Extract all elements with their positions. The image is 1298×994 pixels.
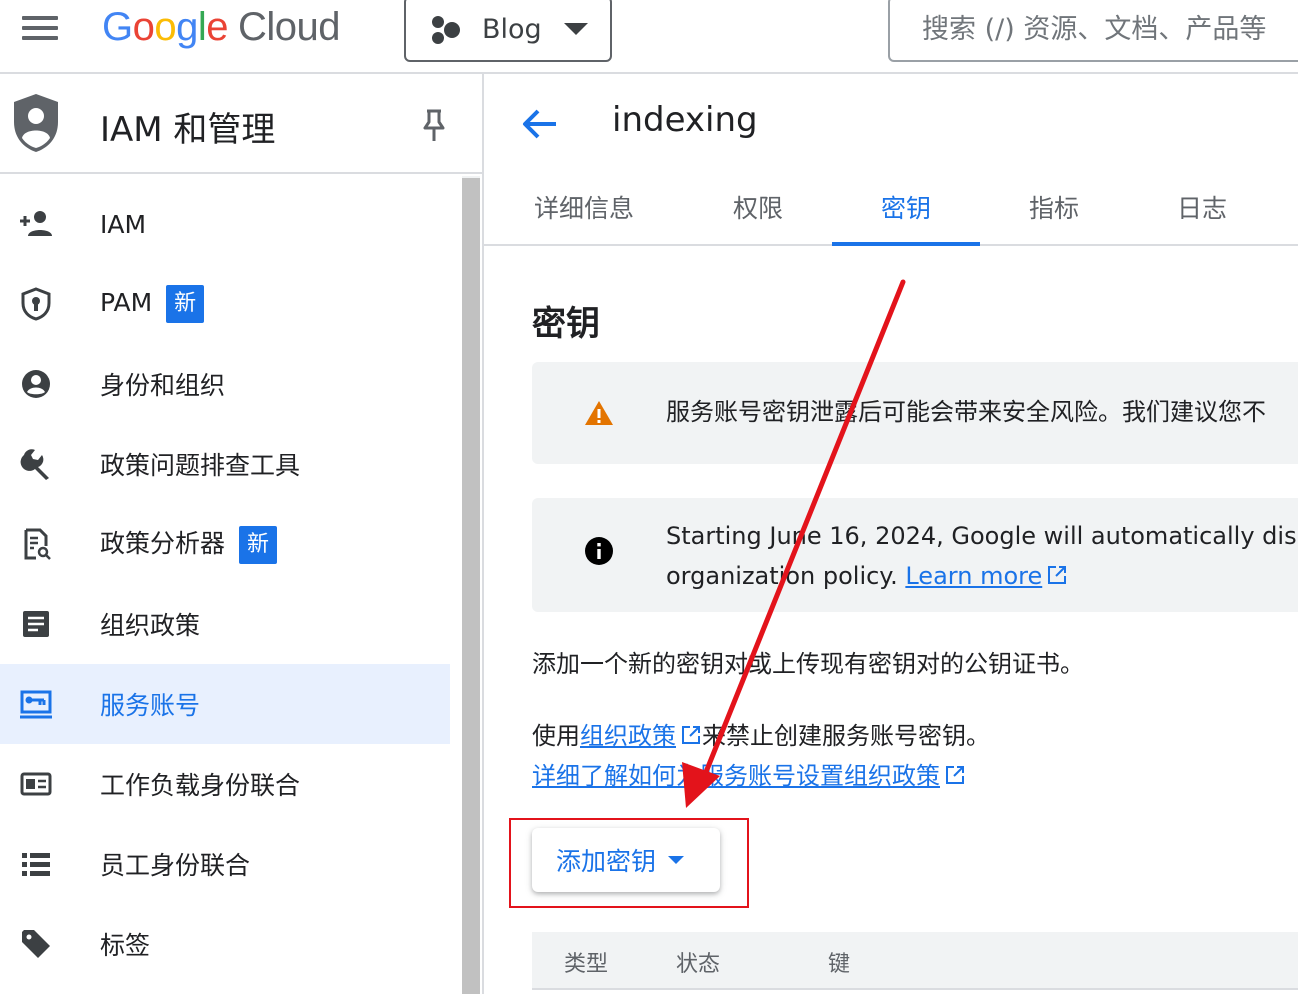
person-add-icon [18,206,54,242]
service-account-icon [18,686,54,722]
external-link-icon [1048,566,1067,584]
main-menu-icon[interactable] [18,10,62,46]
sidebar-item-pam[interactable]: PAM 新 [0,264,450,344]
tab-details[interactable]: 详细信息 [510,174,658,246]
learn-policy-line: 详细了解如何为服务账号设置组织政策 [532,756,966,796]
sidebar-item-policy-analyzer[interactable]: 政策分析器新 [0,504,450,584]
warning-alert: 服务账号密钥泄露后可能会带来安全风险。我们建议您不 [532,362,1298,464]
sidebar-item-policy-troubleshooter[interactable]: 政策问题排查工具 [0,424,450,504]
add-key-label: 添加密钥 [556,847,657,876]
sidebar-item-label: 员工身份联合 [100,851,251,880]
search-input[interactable] [890,0,1298,60]
main-content: indexing 详细信息 权限 密钥 指标 日志 密钥 服务账号密钥泄露后可能… [484,74,1298,994]
top-bar: Google Cloud Blog [0,0,1298,74]
logo-letter: o [132,5,155,49]
sidebar-item-label: PAM 新 [100,285,205,323]
sidebar-item-label: 标签 [100,931,151,960]
info-text: Starting June 16, 2024, Google will auto… [666,516,1298,596]
column-header-type: 类型 [564,952,609,977]
tab-bar: 详细信息 权限 密钥 指标 日志 [484,174,1298,246]
info-line-1: Starting June 16, 2024, Google will auto… [666,522,1298,550]
sidebar-item-label: 服务账号 [100,691,201,720]
pin-icon[interactable] [420,108,448,144]
learn-more-link[interactable]: Learn more [905,562,1042,590]
sidebar-item-identity-org[interactable]: 身份和组织 [0,344,450,424]
info-icon [585,537,613,565]
add-key-description: 添加一个新的密钥对或上传现有密钥对的公钥证书。 [532,650,1084,678]
sidebar-item-workload-identity[interactable]: 工作负载身份联合 [0,744,450,824]
tab-metrics[interactable]: 指标 [980,174,1128,246]
tab-permissions[interactable]: 权限 [684,174,832,246]
sidebar-item-tags[interactable]: 标签 [0,904,450,984]
iam-shield-icon [14,94,58,152]
sidebar: IAM 和管理 IAM PAM 新 身份和组织 政策问题排查工具 政策分析器 新… [0,74,484,994]
add-key-button[interactable]: 添加密钥 [532,828,720,892]
sidebar-item-label: 政策分析器新 [100,524,278,564]
section-title: 密钥 [532,304,600,344]
sidebar-item-iam[interactable]: IAM [0,184,450,264]
logo-letter: G [102,5,133,49]
back-arrow-icon[interactable] [520,104,560,144]
external-link-icon [946,766,964,784]
sidebar-header: IAM 和管理 [0,74,482,174]
sidebar-item-label: 组织政策 [100,611,201,640]
column-header-status: 状态 [676,952,721,977]
warning-icon [585,401,613,425]
account-circle-icon [18,366,54,402]
sidebar-nav: IAM PAM 新 身份和组织 政策问题排查工具 政策分析器新 组织政策 服务账… [0,184,450,984]
sidebar-item-label: 政策问题排查工具 [100,451,301,480]
keys-table-header: 类型 状态 键 [532,932,1298,990]
wrench-icon [18,446,54,482]
tab-keys[interactable]: 密钥 [832,174,980,246]
logo-product: Cloud [238,5,341,49]
project-dots-icon [432,14,462,44]
sidebar-item-org-policies[interactable]: 组织政策 [0,584,450,664]
sidebar-item-text: PAM [100,288,153,317]
policy-prefix: 使用 [532,722,580,750]
sidebar-item-label: 身份和组织 [100,371,226,400]
google-cloud-logo[interactable]: Google Cloud [102,2,341,52]
logo-letter: e [206,5,229,49]
tag-icon [18,926,54,962]
project-name: Blog [482,13,542,45]
sidebar-scrollbar-thumb[interactable] [462,178,480,994]
info-line-2: organization policy. [666,562,898,590]
org-policy-link[interactable]: 组织政策 [580,722,676,750]
project-picker[interactable]: Blog [404,0,612,62]
warning-text: 服务账号密钥泄露后可能会带来安全风险。我们建议您不 [666,398,1266,426]
shield-keyhole-icon [18,286,54,322]
external-link-icon [682,726,700,744]
tab-logs[interactable]: 日志 [1128,174,1276,246]
page-title: indexing [612,100,758,140]
new-badge: 新 [166,285,205,323]
article-icon [18,606,54,642]
sidebar-item-service-accounts[interactable]: 服务账号 [0,664,450,744]
id-card-icon [18,766,54,802]
learn-policy-link[interactable]: 详细了解如何为服务账号设置组织政策 [532,762,940,790]
sidebar-item-label: IAM [100,209,147,239]
policy-text: 使用组织政策 来禁止创建服务账号密钥。 [532,716,990,756]
sidebar-item-text: 政策分析器 [100,529,226,558]
new-badge: 新 [239,526,278,564]
sidebar-title: IAM 和管理 [100,110,276,150]
sidebar-item-workforce-identity[interactable]: 员工身份联合 [0,824,450,904]
policy-suffix: 来禁止创建服务账号密钥。 [702,722,990,750]
chevron-down-icon [563,23,588,35]
dropdown-caret-icon [668,856,685,864]
logo-letter: l [197,5,207,49]
logo-letter: o [154,5,177,49]
sidebar-item-label: 工作负载身份联合 [100,771,301,800]
column-header-key: 键 [828,952,851,977]
logo-letter: g [176,5,198,49]
search-box[interactable] [888,0,1298,62]
page-header: indexing [484,74,1298,174]
list-icon [18,846,54,882]
document-search-icon [18,526,54,562]
info-alert: Starting June 16, 2024, Google will auto… [532,498,1298,612]
